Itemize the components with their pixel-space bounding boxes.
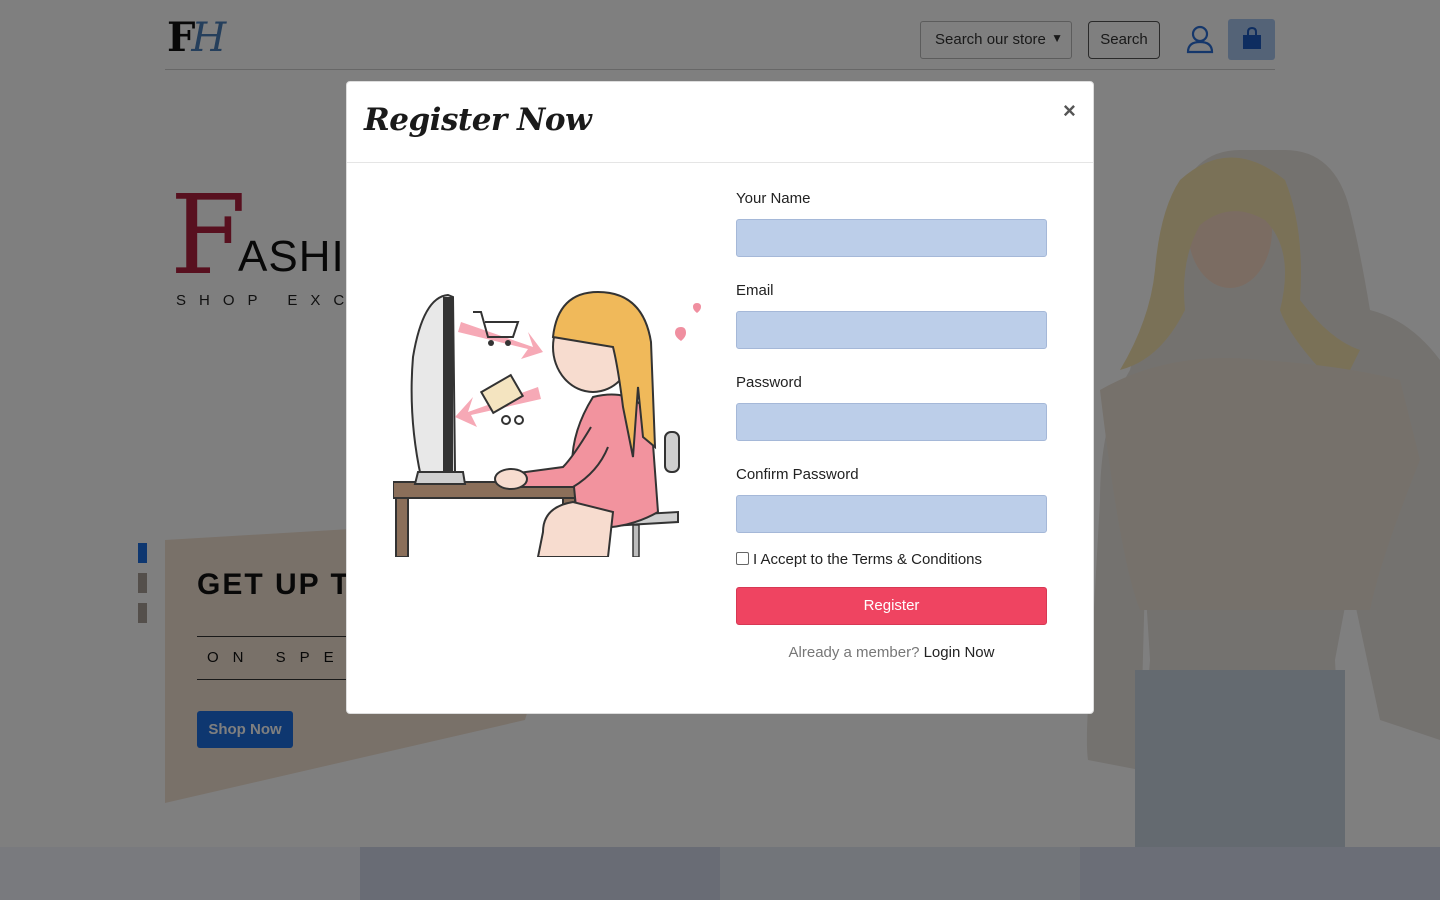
name-input[interactable] <box>736 219 1047 257</box>
confirm-password-input[interactable] <box>736 495 1047 533</box>
terms-row: I Accept to the Terms & Conditions <box>736 551 982 568</box>
login-prompt: Already a member? Login Now <box>736 644 1047 661</box>
email-input[interactable] <box>736 311 1047 349</box>
register-form: Your Name Email Password Confirm Passwor… <box>736 190 1047 558</box>
terms-checkbox[interactable] <box>736 552 749 565</box>
email-label: Email <box>736 282 774 299</box>
member-text: Already a member? <box>788 644 920 661</box>
modal-header: Register Now × <box>347 82 1093 163</box>
online-shopping-illustration <box>393 290 701 557</box>
register-modal: Register Now × Your Name Email Password … <box>346 81 1094 714</box>
terms-label[interactable]: I Accept to the Terms & Conditions <box>753 551 982 568</box>
close-icon[interactable]: × <box>1063 98 1076 124</box>
register-button[interactable]: Register <box>736 587 1047 625</box>
name-label: Your Name <box>736 190 811 207</box>
confirm-password-label: Confirm Password <box>736 466 859 483</box>
modal-title: Register Now <box>364 102 592 138</box>
password-input[interactable] <box>736 403 1047 441</box>
login-now-link[interactable]: Login Now <box>924 644 995 661</box>
password-label: Password <box>736 374 802 391</box>
